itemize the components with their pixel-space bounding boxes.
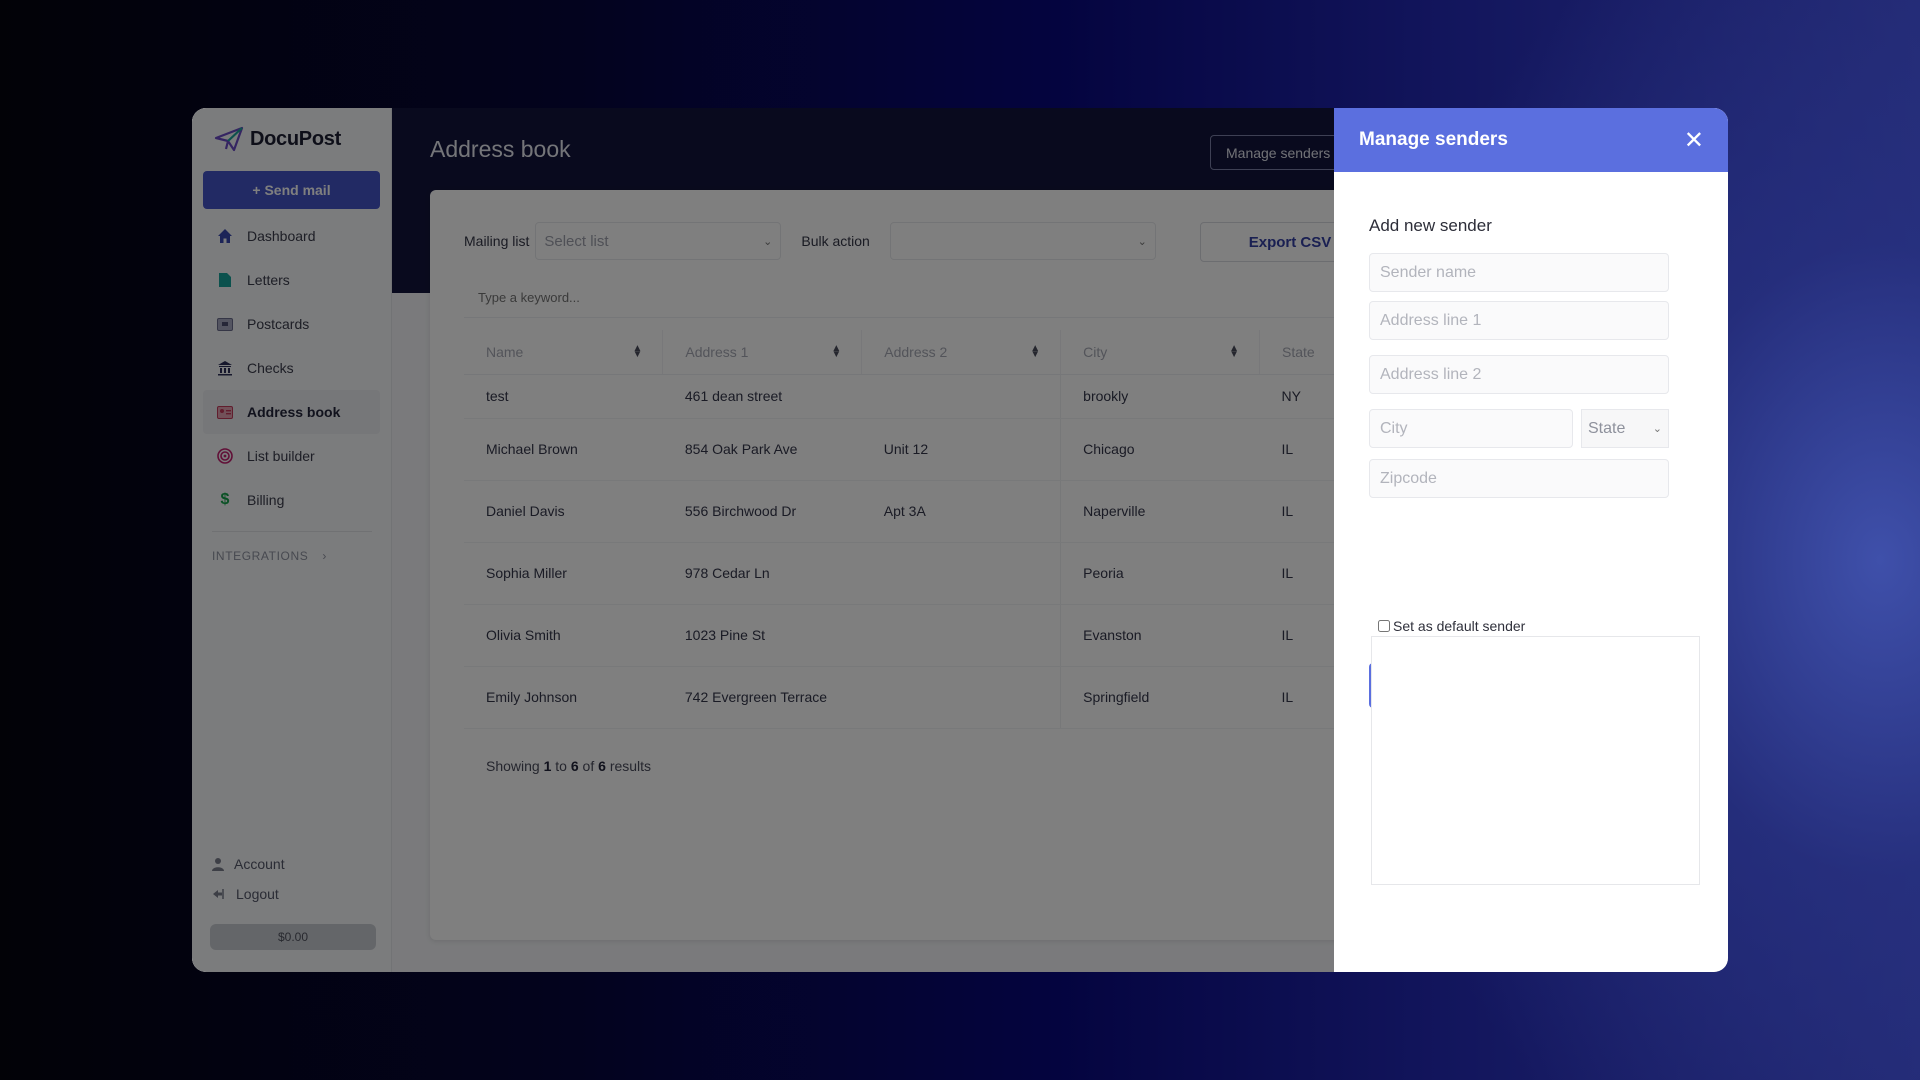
default-sender-label: Set as default sender [1393,618,1526,634]
add-new-sender-heading: Add new sender [1369,216,1492,235]
zipcode-input[interactable] [1369,459,1669,498]
city-input[interactable] [1369,409,1573,448]
close-icon[interactable]: ✕ [1684,128,1704,152]
sender-name-input[interactable] [1369,253,1669,292]
chevron-down-icon: ⌄ [1652,423,1662,435]
panel-title: Manage senders [1359,129,1508,150]
default-sender-checkbox[interactable] [1378,620,1390,632]
state-select-value: State [1588,419,1626,437]
app-window: DocuPost + Send mail Dashboard Letters P… [192,108,1728,972]
senders-list [1371,636,1700,885]
address-line1-input[interactable] [1369,301,1669,340]
state-select[interactable]: State ⌄ [1581,409,1669,448]
manage-senders-panel: Manage senders ✕ Add new sender State ⌄ … [1334,108,1728,972]
panel-header: Manage senders ✕ [1334,108,1728,172]
default-sender-option[interactable]: Set as default sender [1378,618,1525,634]
address-line2-input[interactable] [1369,355,1669,394]
